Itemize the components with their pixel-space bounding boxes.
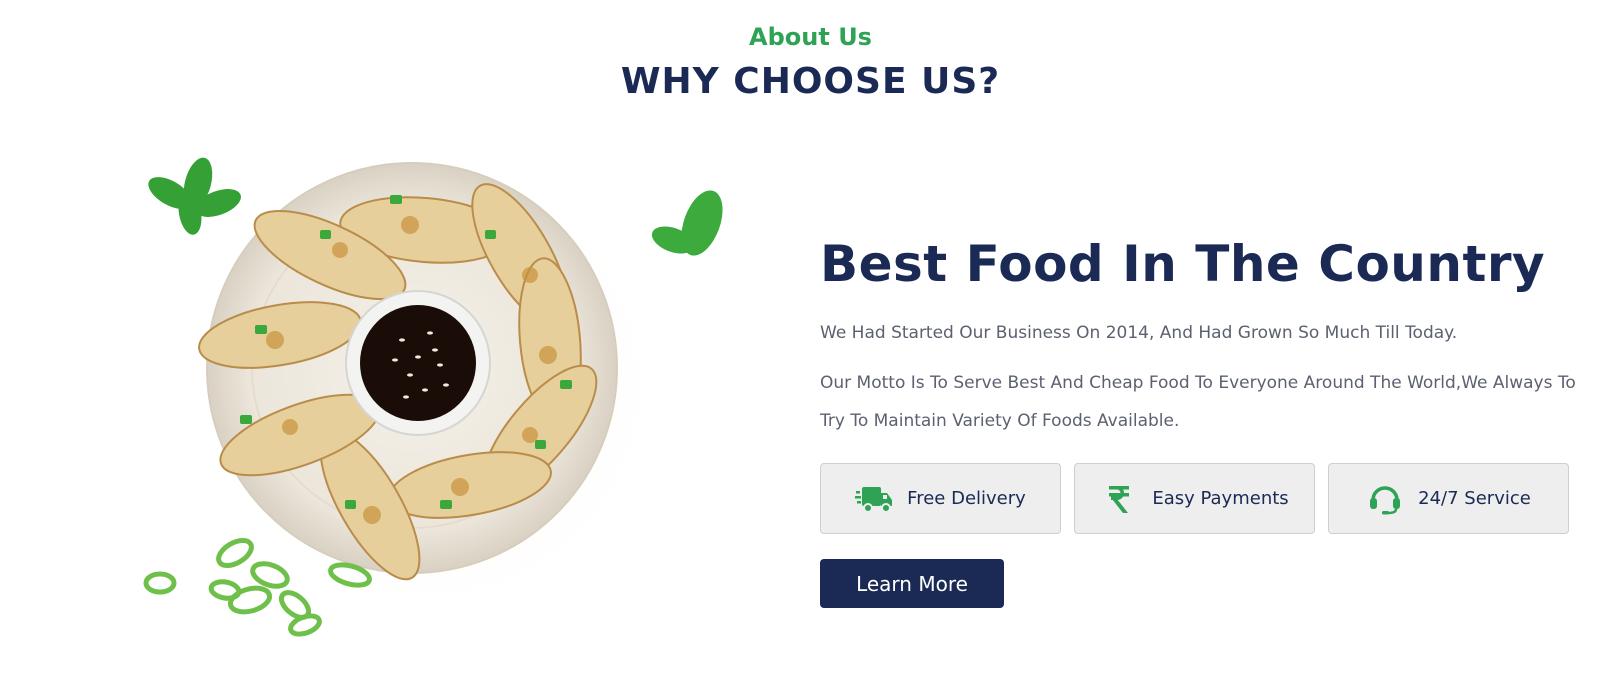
feature-list: Free Delivery Easy Payments 24/7 Service: [820, 463, 1569, 534]
feature-label: Easy Payments: [1152, 488, 1289, 509]
learn-more-button[interactable]: Learn More: [820, 559, 1004, 608]
section-header: About Us WHY CHOOSE US?: [0, 22, 1621, 104]
feature-label: Free Delivery: [907, 488, 1026, 509]
section-title: WHY CHOOSE US?: [620, 61, 1001, 102]
about-content: Best Food In The Country We Had Started …: [820, 232, 1580, 440]
section-eyebrow: About Us: [749, 23, 872, 51]
motto-paragraph: Our Motto Is To Serve Best And Cheap Foo…: [820, 373, 1576, 431]
headline: Best Food In The Country: [820, 235, 1546, 293]
feature-free-delivery[interactable]: Free Delivery: [820, 463, 1061, 534]
intro-paragraph: We Had Started Our Business On 2014, And…: [820, 323, 1458, 343]
headset-icon: [1366, 481, 1404, 517]
food-plate-image: [140, 135, 760, 655]
rupee-icon: [1100, 481, 1138, 517]
delivery-truck-icon: [855, 481, 893, 517]
feature-label: 24/7 Service: [1418, 488, 1531, 509]
feature-24-7-service[interactable]: 24/7 Service: [1328, 463, 1569, 534]
feature-easy-payments[interactable]: Easy Payments: [1074, 463, 1315, 534]
